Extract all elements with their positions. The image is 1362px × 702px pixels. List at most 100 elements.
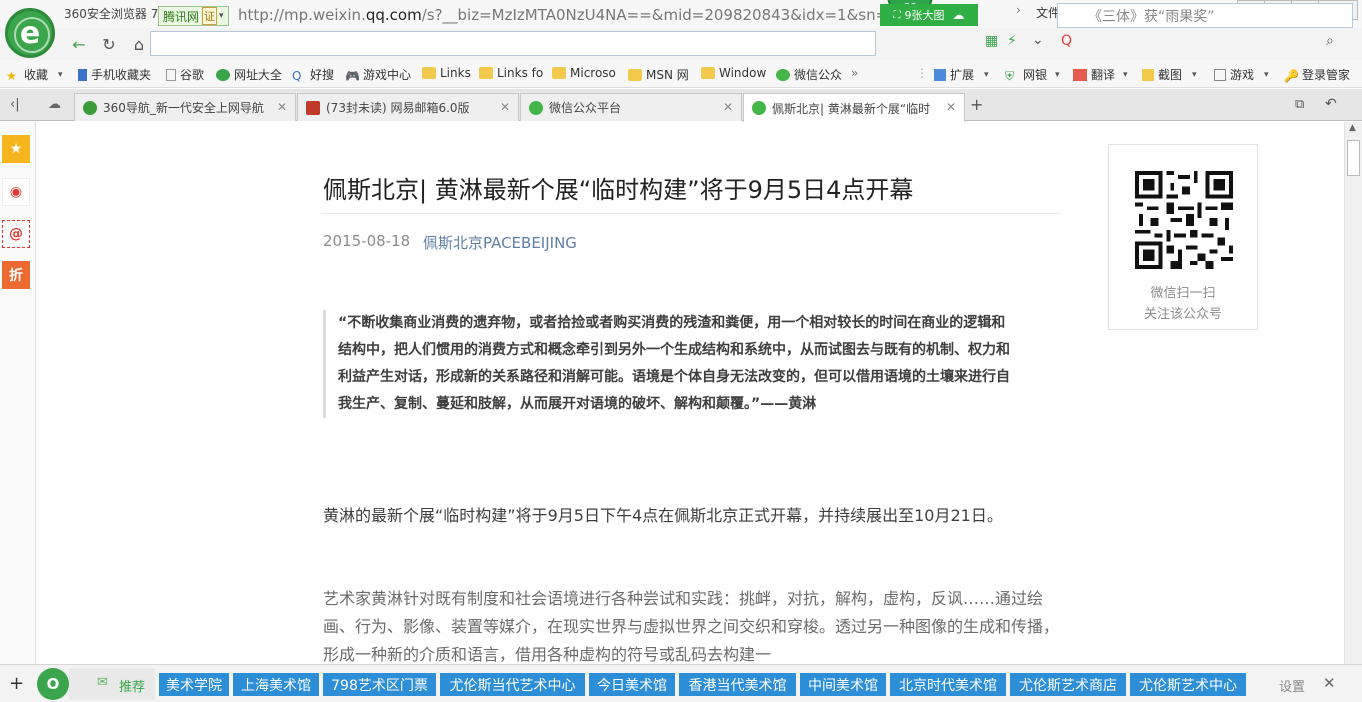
bookmark-windows[interactable]: Window [701,66,766,80]
favorites-side-button[interactable]: ★ [2,135,30,163]
bookmark-label: 网址大全 [234,68,283,82]
weibo-icon: ◉ [9,184,23,200]
cloud-sync-icon[interactable]: ☁ [48,97,61,112]
refresh-button[interactable]: ↻ [96,31,122,57]
tab-article-active[interactable]: 佩斯北京| 黄淋最新个展“临时 ✕ [743,93,965,122]
fullscreen-icon: ⛶ [893,9,901,21]
chevron-down-icon: ▾ [984,69,989,80]
recommend-icon: ✉ [97,675,108,690]
bottom-bar: + O ✉ 推荐 美术学院 上海美术馆 798艺术区门票 尤伦斯当代艺术中心 今… [0,664,1362,702]
quick-link[interactable]: 尤伦斯当代艺术中心 [440,673,585,696]
bookmark-site-nav[interactable]: 网址大全 [216,66,282,83]
bookmark-wechat-public[interactable]: 微信公众 [776,66,842,83]
title-divider [322,213,1060,214]
close-tab-icon[interactable]: ✕ [277,100,287,114]
games-button[interactable]: 游戏 ▾ [1214,66,1269,83]
undo-close-icon[interactable]: ↶ [1325,96,1337,112]
search-icon[interactable]: ⌕ [1326,33,1334,49]
bookmark-favorites[interactable]: ★ 收藏 ▾ [6,66,63,83]
close-tab-icon[interactable]: ✕ [946,100,956,114]
more-bookmarks-icon[interactable]: » [851,66,858,80]
quick-link[interactable]: 中间美术馆 [800,673,886,696]
big-image-button[interactable]: ⛶ 9张大图 ☁ [880,4,978,26]
tab-wechat-platform[interactable]: 微信公众平台 ✕ [520,93,742,121]
new-tab-button[interactable]: + [970,95,983,114]
search-engine-icon[interactable]: Q [1061,33,1072,49]
translate-button[interactable]: 翻译 ▾ [1073,66,1128,83]
bookmark-google[interactable]: 谷歌 [166,66,204,83]
star-icon: ★ [9,141,23,157]
home-icon: ⌂ [133,34,145,54]
home-button[interactable]: ⌂ [126,31,152,57]
scissors-icon [1142,68,1154,81]
bookmark-label: Links fo [497,66,544,80]
tab-netease-mail[interactable]: (73封未读) 网易邮箱6.0版 ✕ [297,93,519,121]
lightning-icon[interactable]: ⚡ [1007,33,1017,49]
window-title: 360安全浏览器 7.1 [64,7,170,21]
browser-window: 360安全浏览器 7.1 60 › 文件 查看 收藏 工具 帮助 👕 — ❐ ✕… [0,0,1362,702]
article-quote: “不断收集商业消费的遗弃物，或者拾捡或者购买消费的残渣和粪便，用一个相对较长的时… [323,310,1063,418]
screenshot-button[interactable]: 截图 ▾ [1142,66,1197,83]
big-image-label: 9张大图 [904,9,945,22]
mail-side-button[interactable]: @ [2,220,30,248]
close-bottom-bar-icon[interactable]: ✕ [1323,674,1336,692]
translate-icon [1073,68,1087,81]
gamepad-icon: 🎮 [345,68,360,83]
quick-link[interactable]: 今日美术馆 [589,673,675,696]
search-input[interactable]: 《三体》获“雨果奖” [1088,6,1215,26]
restore-tabs-icon[interactable]: ⧉ [1295,97,1304,112]
bookmark-links[interactable]: Links [422,66,471,80]
navigation-bar: ← ↻ ⌂ [0,28,1362,60]
bookmark-microsoft[interactable]: Microso [552,66,616,80]
recommend-tab[interactable]: ✉ 推荐 [69,668,155,700]
bookmark-msn[interactable]: MSN 网 [628,66,689,83]
weibo-side-button[interactable]: ◉ [2,178,30,206]
wechat-icon [776,68,790,81]
article-account-link[interactable]: 佩斯北京PACEBEIJING [423,232,577,253]
security-guard-icon[interactable]: O [37,668,69,700]
bookmark-haosou[interactable]: Q 好搜 [292,66,334,83]
qr-scan-icon[interactable]: ▦ [985,33,998,49]
bottom-settings-button[interactable]: 设置 [1279,676,1305,695]
ebank-button[interactable]: ⛨ 网银 ▾ [1005,66,1060,83]
quick-link[interactable]: 尤伦斯艺术商店 [1010,673,1126,696]
star-icon: ★ [6,68,17,83]
scroll-up-icon[interactable]: ▲ [1349,123,1356,133]
bookmark-links-for[interactable]: Links fo [479,66,543,80]
bookmark-label: 谷歌 [180,68,205,82]
cert-verified-icon: 证 [202,7,218,25]
quick-link[interactable]: 798艺术区门票 [323,673,436,696]
address-url[interactable]: http://mp.weixin.qq.com/s?__biz=MzIzMTA0… [238,6,888,24]
bookmark-mobile[interactable]: 手机收藏夹 [78,66,151,83]
bookmark-label: 收藏 [24,68,49,82]
quick-link[interactable]: 尤伦斯艺术中心 [1130,673,1246,696]
tab-list-icon[interactable]: ‹| [10,97,20,112]
tab-360-nav[interactable]: 360导航_新一代安全上网导航 ✕ [74,93,296,121]
login-manager-button[interactable]: 🔑 登录管家 [1284,66,1350,83]
tab-title: (73封未读) 网易邮箱6.0版 [326,101,470,115]
site-certificate-badge[interactable]: 腾讯网 证 ▾ [158,6,229,26]
add-button[interactable]: + [9,673,24,694]
chevron-down-icon: ▾ [1264,69,1269,80]
discount-side-button[interactable]: 折 [2,261,30,289]
back-button[interactable]: ← [66,31,92,57]
browser-logo-icon[interactable]: e [5,8,55,58]
address-bar[interactable] [150,31,876,56]
chevron-right-icon[interactable]: › [1016,3,1021,17]
quick-link[interactable]: 北京时代美术馆 [890,673,1006,696]
close-tab-icon[interactable]: ✕ [723,100,733,114]
games-label: 游戏 [1230,68,1255,82]
login-manager-label: 登录管家 [1302,68,1351,82]
close-tab-icon[interactable]: ✕ [500,100,510,114]
bookmark-label: 好搜 [310,68,335,82]
bookmark-game-center[interactable]: 🎮 游戏中心 [345,66,411,83]
dropdown-chevron-icon[interactable]: ⌄ [1032,32,1044,48]
quick-link[interactable]: 美术学院 [159,673,229,696]
quick-link[interactable]: 香港当代美术馆 [679,673,796,696]
article-paragraph-2: 艺术家黄淋针对既有制度和社会语境进行各种尝试和实践：挑衅，对抗，解构，虚构，反讽… [323,589,1060,664]
bookmark-label: 手机收藏夹 [91,68,152,82]
vertical-scrollbar[interactable]: ▲ [1344,122,1362,664]
scroll-thumb[interactable] [1347,140,1360,176]
quick-link[interactable]: 上海美术馆 [233,673,319,696]
extensions-button[interactable]: 扩展 ▾ [934,66,989,83]
